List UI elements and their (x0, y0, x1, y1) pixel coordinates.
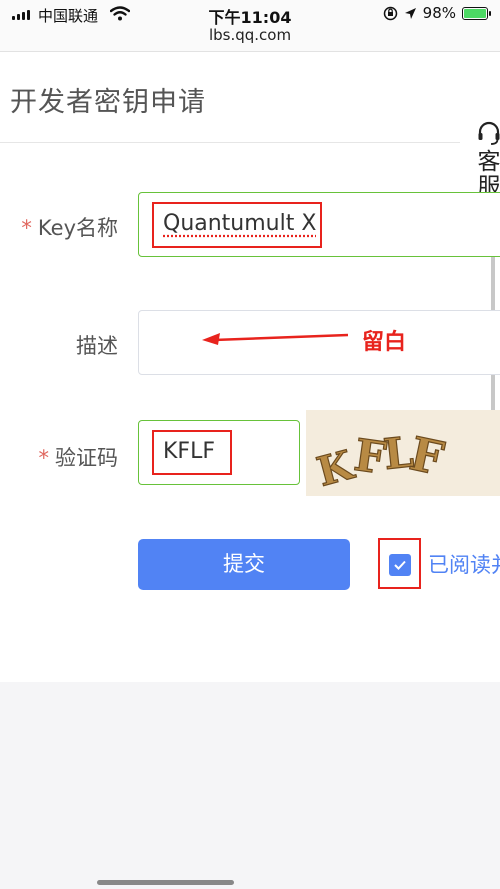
url-text: lbs.qq.com (208, 26, 292, 44)
required-mark: * (38, 446, 50, 470)
description-label: 描述 (76, 334, 118, 358)
location-arrow-icon (404, 7, 416, 19)
headset-icon (478, 121, 500, 145)
status-right-group: 98% (383, 4, 491, 22)
battery-level-fill (464, 8, 486, 18)
battery-percent: 98% (422, 4, 456, 22)
annotation-arrow (202, 333, 349, 345)
required-mark: * (21, 216, 32, 240)
captcha-label-text: 验证码 (55, 446, 118, 470)
submit-button[interactable]: 提交 (138, 539, 350, 590)
orientation-lock-icon (383, 6, 397, 20)
key-name-label: * Key名称 (12, 212, 118, 242)
annotation-note: 留白 (362, 330, 407, 355)
agreement-text[interactable]: 已阅读并 (428, 549, 500, 579)
annotation-box-captcha (152, 430, 232, 475)
address-bar[interactable]: lbs.qq.com (0, 26, 500, 52)
svg-text:F: F (405, 426, 449, 486)
service-label-1: 客 (477, 149, 500, 175)
home-indicator (97, 880, 234, 885)
annotation-box-key-name (152, 202, 322, 248)
captcha-image[interactable]: K F L F (306, 410, 500, 496)
form-card: 开发者密钥申请 客 服 * Key名称 Quantumult X 描述 留白 * 验… (0, 52, 500, 682)
battery-icon (462, 6, 491, 20)
customer-service-widget[interactable]: 客 服 (474, 120, 500, 200)
status-bar: 中国联通 下午11:04 98% (0, 0, 500, 28)
page-title: 开发者密钥申请 (10, 87, 206, 118)
annotation-box-checkbox (378, 538, 421, 589)
key-name-label-text: Key名称 (37, 216, 118, 240)
captcha-label: * 验证码 (12, 442, 119, 472)
title-divider (0, 142, 460, 143)
